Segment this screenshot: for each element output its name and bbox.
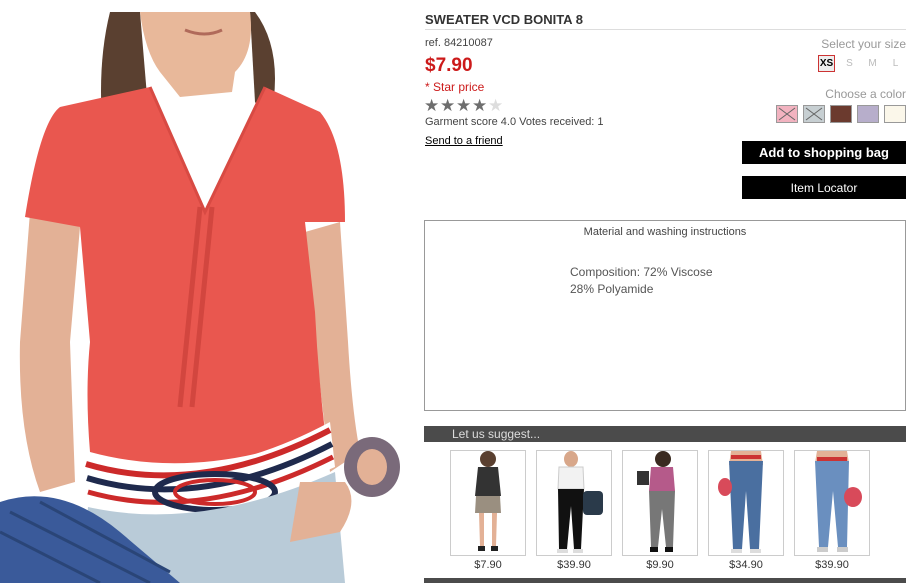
suggest-header: Let us suggest... (424, 426, 906, 442)
suggestion-price: $39.90 (557, 559, 591, 571)
suggestion-item[interactable]: $9.90 (622, 450, 698, 571)
size-label: Select your size (821, 37, 906, 51)
product-ref: ref. 84210087 (425, 37, 493, 49)
product-price: $7.90 (425, 55, 473, 76)
rating-stars[interactable]: ★ ★ ★ ★ ★ (424, 97, 504, 115)
size-option-l[interactable]: L (887, 55, 904, 72)
composition-text: Composition: 72% Viscose 28% Polyamide (570, 264, 713, 298)
star-icon[interactable]: ★ (424, 97, 440, 115)
star-icon[interactable]: ★ (440, 97, 456, 115)
color-selector (776, 105, 906, 123)
unavailable-cross-icon (805, 107, 823, 121)
suggestion-price: $7.90 (474, 559, 502, 571)
size-selector: XS S M L (818, 55, 910, 72)
suggestion-image[interactable] (708, 450, 784, 556)
star-icon[interactable]: ★ (456, 97, 472, 115)
bottom-bar (424, 578, 906, 583)
suggestion-item[interactable]: $39.90 (536, 450, 612, 571)
suggestion-price: $34.90 (729, 559, 763, 571)
suggestion-image[interactable] (450, 450, 526, 556)
suggestion-image[interactable] (794, 450, 870, 556)
suggestion-image[interactable] (536, 450, 612, 556)
color-swatch[interactable] (857, 105, 879, 123)
title-divider (425, 29, 906, 30)
suggestion-price: $39.90 (815, 559, 849, 571)
composition-line: Composition: 72% Viscose (570, 265, 713, 279)
size-option-m[interactable]: M (864, 55, 881, 72)
suggestion-image[interactable] (622, 450, 698, 556)
garment-score: Garment score 4.0 Votes received: 1 (425, 116, 604, 128)
star-price-label: * Star price (425, 80, 485, 94)
color-label: Choose a color (825, 87, 906, 101)
color-swatch[interactable] (884, 105, 906, 123)
composition-line: 28% Polyamide (570, 282, 654, 296)
star-icon[interactable]: ★ (488, 97, 504, 115)
suggestion-item[interactable]: $39.90 (794, 450, 870, 571)
send-to-friend-link[interactable]: Send to a friend (425, 135, 503, 147)
size-option-s[interactable]: S (841, 55, 858, 72)
add-to-bag-button[interactable]: Add to shopping bag (742, 141, 906, 164)
product-title: SWEATER VCD BONITA 8 (425, 12, 583, 27)
color-swatch[interactable] (803, 105, 825, 123)
unavailable-cross-icon (778, 107, 796, 121)
color-swatch[interactable] (776, 105, 798, 123)
material-title: Material and washing instructions (583, 226, 747, 238)
size-option-xs[interactable]: XS (818, 55, 835, 72)
product-photo (0, 12, 410, 583)
star-icon[interactable]: ★ (472, 97, 488, 115)
suggestion-price: $9.90 (646, 559, 674, 571)
item-locator-button[interactable]: Item Locator (742, 176, 906, 199)
material-panel: Material and washing instructions Compos… (424, 220, 906, 411)
suggestion-item[interactable]: $7.90 (450, 450, 526, 571)
suggest-label: Let us suggest... (452, 427, 541, 441)
suggestion-item[interactable]: $34.90 (708, 450, 784, 571)
color-swatch[interactable] (830, 105, 852, 123)
